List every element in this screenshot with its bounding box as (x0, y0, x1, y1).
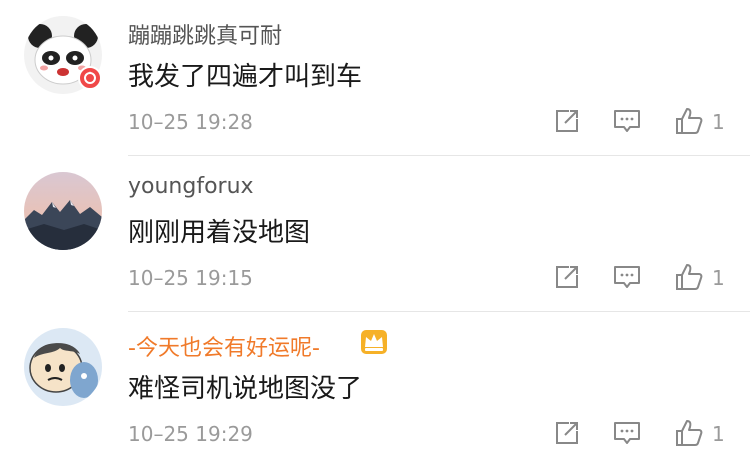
comment-item: 蹦蹦跳跳真可耐 我发了四遍才叫到车 10–25 19:28 1 (0, 0, 750, 156)
thumbs-up-icon (676, 264, 703, 290)
comment-text: 难怪司机说地图没了 (128, 374, 363, 404)
reply-button[interactable] (612, 418, 642, 448)
comment-item: -今天也会有好运呢- 难怪司机说地图没了 10–25 19:29 1 (0, 312, 750, 468)
share-icon (556, 422, 578, 444)
like-button[interactable] (674, 262, 704, 292)
comment-text: 刚刚用着没地图 (128, 218, 311, 248)
username[interactable]: 蹦蹦跳跳真可耐 (128, 18, 282, 50)
like-button[interactable] (674, 106, 704, 136)
like-count: 1 (712, 110, 725, 134)
comment-icon (614, 422, 640, 444)
comment-item: youngforux 刚刚用着没地图 10–25 19:15 1 (0, 156, 750, 312)
comment-icon (614, 110, 640, 132)
share-button[interactable] (552, 418, 582, 448)
like-count: 1 (712, 422, 725, 446)
vip-crown (360, 329, 388, 355)
share-icon (556, 110, 578, 132)
cartoon-avatar-icon (24, 328, 102, 406)
username[interactable]: youngforux (128, 174, 254, 199)
comment-text: 我发了四遍才叫到车 (128, 62, 363, 92)
timestamp: 10–25 19:29 (128, 422, 253, 446)
verified-badge (78, 66, 102, 90)
share-button[interactable] (552, 106, 582, 136)
reply-button[interactable] (612, 106, 642, 136)
avatar[interactable] (24, 172, 102, 250)
mountain-avatar-icon (24, 172, 102, 250)
comment-icon (614, 266, 640, 288)
thumbs-up-icon (676, 420, 703, 446)
like-count: 1 (712, 266, 725, 290)
crown-icon (361, 330, 387, 354)
avatar[interactable] (24, 328, 102, 406)
timestamp: 10–25 19:28 (128, 110, 253, 134)
username[interactable]: -今天也会有好运呢- (128, 330, 320, 362)
verified-badge-icon (84, 71, 96, 84)
share-icon (556, 266, 578, 288)
like-button[interactable] (674, 418, 704, 448)
thumbs-up-icon (676, 108, 703, 134)
reply-button[interactable] (612, 262, 642, 292)
timestamp: 10–25 19:15 (128, 266, 253, 290)
share-button[interactable] (552, 262, 582, 292)
